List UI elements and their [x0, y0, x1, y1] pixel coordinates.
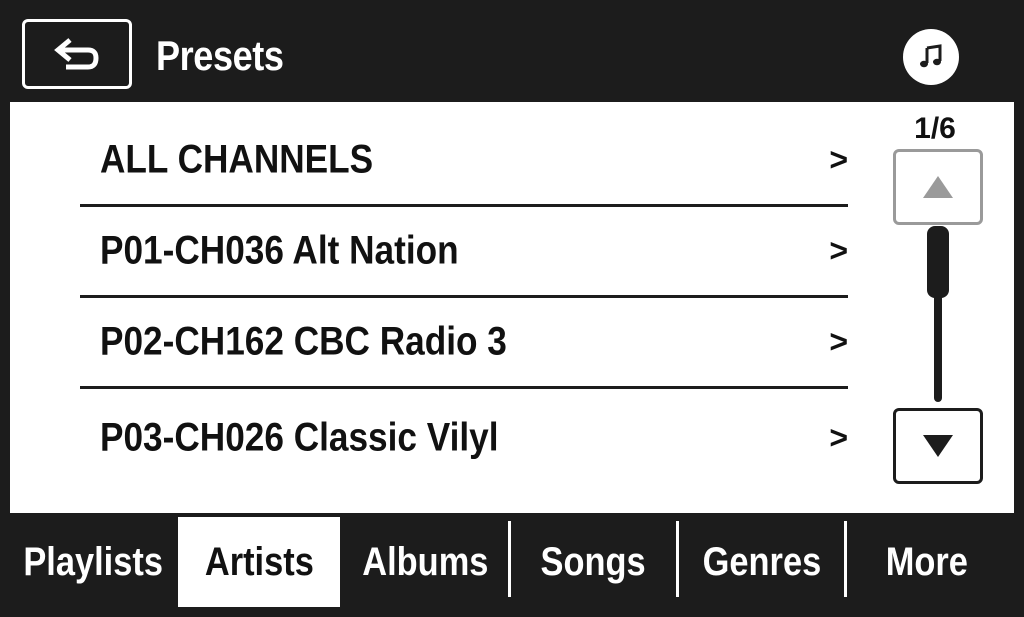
list-item-label: P03-CH026 Classic Vilyl — [100, 415, 499, 459]
scroll-down-button[interactable] — [893, 408, 983, 484]
tab-bar: Playlists Artists Albums Songs Genres Mo… — [10, 513, 1014, 607]
header-bar: Presets — [10, 8, 1014, 102]
list-item[interactable]: P01-CH036 Alt Nation > — [80, 207, 848, 298]
list-item-label: P01-CH036 Alt Nation — [100, 228, 459, 273]
preset-list-panel: ALL CHANNELS > P01-CH036 Alt Nation > P0… — [10, 102, 1014, 513]
tab-songs[interactable]: Songs — [511, 517, 676, 607]
tab-artists[interactable]: Artists — [178, 517, 340, 607]
tab-genres[interactable]: Genres — [679, 517, 844, 607]
back-button[interactable] — [22, 19, 132, 89]
tab-label: Genres — [702, 539, 821, 584]
page-indicator: 1/6 — [914, 112, 956, 145]
music-note-icon — [920, 44, 942, 68]
tab-more[interactable]: More — [847, 517, 1007, 607]
list-item-label: ALL CHANNELS — [100, 137, 374, 182]
triangle-up-icon — [923, 176, 953, 198]
tab-label: Albums — [361, 539, 489, 584]
tab-label: Playlists — [23, 539, 163, 584]
page-title: Presets — [156, 32, 284, 79]
tab-label: Songs — [540, 539, 647, 584]
scrollbar-thumb[interactable] — [927, 226, 949, 298]
tab-label: Artists — [204, 539, 314, 584]
chevron-right-icon: > — [829, 323, 848, 360]
list-item[interactable]: P03-CH026 Classic Vilyl > — [80, 392, 848, 483]
back-arrow-icon — [54, 38, 99, 70]
tab-label: More — [885, 539, 969, 584]
chevron-right-icon: > — [829, 419, 848, 455]
tab-albums[interactable]: Albums — [342, 517, 508, 607]
triangle-down-icon — [923, 435, 953, 457]
music-source-button[interactable] — [903, 29, 959, 85]
presets-screen: Presets ALL CHANNELS > P01-CH036 Alt Nat… — [0, 0, 1024, 617]
chevron-right-icon: > — [829, 141, 848, 178]
scroll-up-button[interactable] — [893, 149, 983, 225]
list-item[interactable]: ALL CHANNELS > — [80, 116, 848, 207]
chevron-right-icon: > — [829, 232, 848, 269]
tab-playlists[interactable]: Playlists — [10, 517, 176, 607]
list-item[interactable]: P02-CH162 CBC Radio 3 > — [80, 298, 848, 389]
list-item-label: P02-CH162 CBC Radio 3 — [100, 319, 507, 364]
